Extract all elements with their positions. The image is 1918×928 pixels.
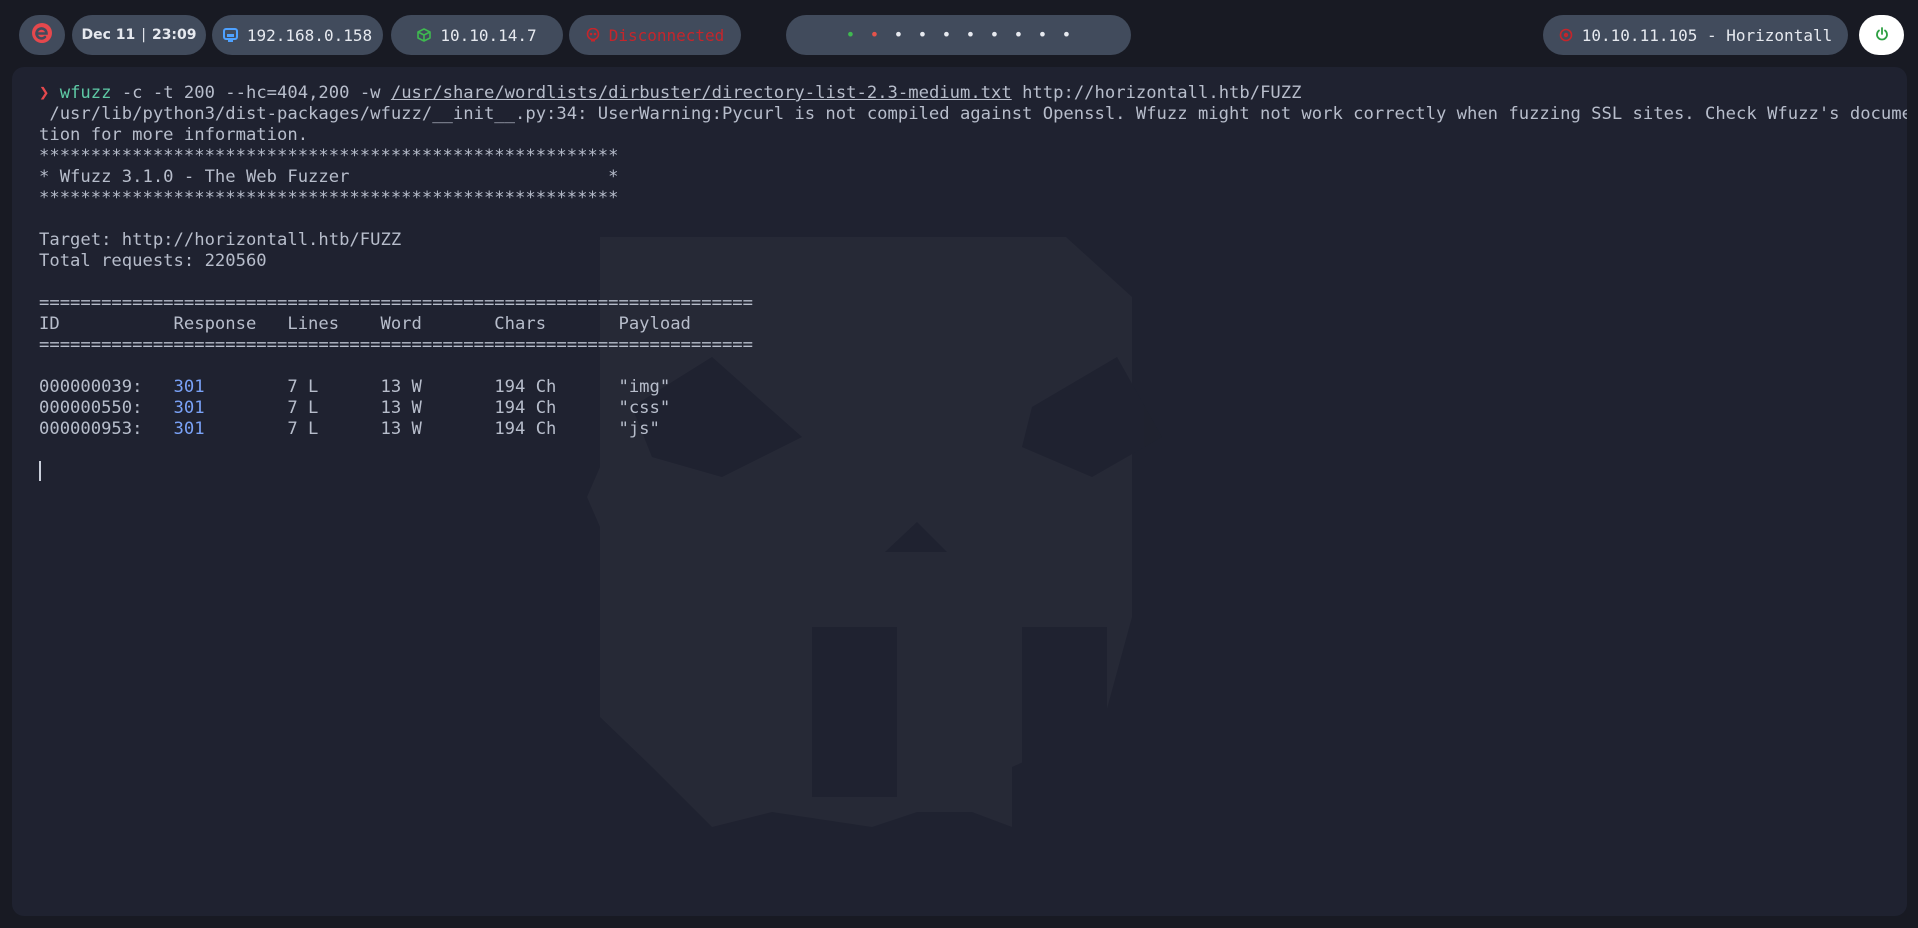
separator-top: ========================================…: [39, 293, 753, 313]
lan-ip-text: 192.168.0.158: [246, 25, 373, 45]
workspace-dot-7[interactable]: •: [983, 27, 1007, 43]
target-widget[interactable]: 10.10.11.105 - Horizontall: [1543, 15, 1848, 55]
result-code: 301: [173, 377, 205, 397]
skull-icon: [586, 28, 600, 42]
command-args: -c -t 200 --hc=404,200 -w: [111, 83, 391, 103]
vpn-ip-widget[interactable]: 10.10.14.7: [391, 15, 563, 55]
separator-bottom: ========================================…: [39, 335, 753, 355]
workspace-dot-9[interactable]: •: [1031, 27, 1055, 43]
results-header: ID Response Lines Word Chars Payload: [39, 314, 691, 334]
vpn-ip-text: 10.10.14.7: [440, 25, 537, 45]
target-icon: [1559, 28, 1573, 42]
launcher-button[interactable]: [19, 15, 65, 55]
power-button[interactable]: [1859, 15, 1904, 55]
wordlist-path: /usr/share/wordlists/dirbuster/directory…: [390, 83, 1012, 103]
banner-stars-bottom: ****************************************…: [39, 188, 619, 208]
workspace-dot-5[interactable]: •: [935, 27, 959, 43]
power-icon: [1875, 26, 1889, 45]
result-id: 000000953:: [39, 419, 143, 439]
status-text: Disconnected: [608, 25, 725, 45]
workspace-dot-3[interactable]: •: [887, 27, 911, 43]
warning-line-2: tion for more information.: [39, 125, 309, 145]
result-row: 000000953: 301 7 L 13 W 194 Ch "js": [39, 419, 660, 440]
banner-stars-top: ****************************************…: [39, 146, 619, 166]
workspace-dot-10[interactable]: •: [1055, 27, 1079, 43]
workspace-dot-6[interactable]: •: [959, 27, 983, 43]
workspace-switcher[interactable]: • • • • • • • • • •: [786, 15, 1131, 55]
result-row: 000000039: 301 7 L 13 W 194 Ch "img": [39, 377, 670, 398]
target-text: 10.10.11.105 - Horizontall: [1581, 25, 1833, 45]
e-logo-icon: [31, 22, 53, 48]
command-url: http://horizontall.htb/FUZZ: [1011, 83, 1302, 103]
result-code: 301: [173, 398, 205, 418]
workspace-dot-2[interactable]: •: [863, 27, 887, 43]
lan-ip-widget[interactable]: 192.168.0.158: [212, 15, 383, 55]
banner-title: * Wfuzz 3.1.0 - The Web Fuzzer *: [39, 167, 619, 187]
result-details: 7 L 13 W 194 Ch "img": [204, 377, 671, 397]
status-widget[interactable]: Disconnected: [569, 15, 741, 55]
workspace-dot-8[interactable]: •: [1007, 27, 1031, 43]
cube-icon: [417, 28, 432, 42]
text-cursor: [39, 461, 41, 481]
warning-line-1: /usr/lib/python3/dist-packages/wfuzz/__i…: [39, 104, 1907, 124]
workspace-dot-4[interactable]: •: [911, 27, 935, 43]
result-row: 000000550: 301 7 L 13 W 194 Ch "css": [39, 398, 670, 419]
target-line: Target: http://horizontall.htb/FUZZ: [39, 230, 402, 250]
result-id: 000000550:: [39, 398, 143, 418]
result-id: 000000039:: [39, 377, 143, 397]
time-text: 23:09: [151, 27, 197, 43]
result-code: 301: [173, 419, 205, 439]
command-name: wfuzz: [59, 83, 112, 103]
result-details: 7 L 13 W 194 Ch "js": [204, 419, 660, 439]
workspace-dot-1[interactable]: •: [839, 27, 863, 43]
network-icon: [222, 28, 238, 42]
prompt-arrow: ❯: [39, 83, 50, 103]
clock-separator: |: [141, 27, 146, 43]
date-text: Dec 11: [81, 27, 136, 43]
clock-widget: Dec 11 | 23:09: [72, 15, 206, 55]
terminal-window[interactable]: ❯ wfuzz -c -t 200 --hc=404,200 -w /usr/s…: [12, 67, 1907, 916]
total-requests-line: Total requests: 220560: [39, 251, 267, 271]
command-line: ❯ wfuzz -c -t 200 --hc=404,200 -w /usr/s…: [39, 83, 1301, 104]
result-details: 7 L 13 W 194 Ch "css": [204, 398, 671, 418]
